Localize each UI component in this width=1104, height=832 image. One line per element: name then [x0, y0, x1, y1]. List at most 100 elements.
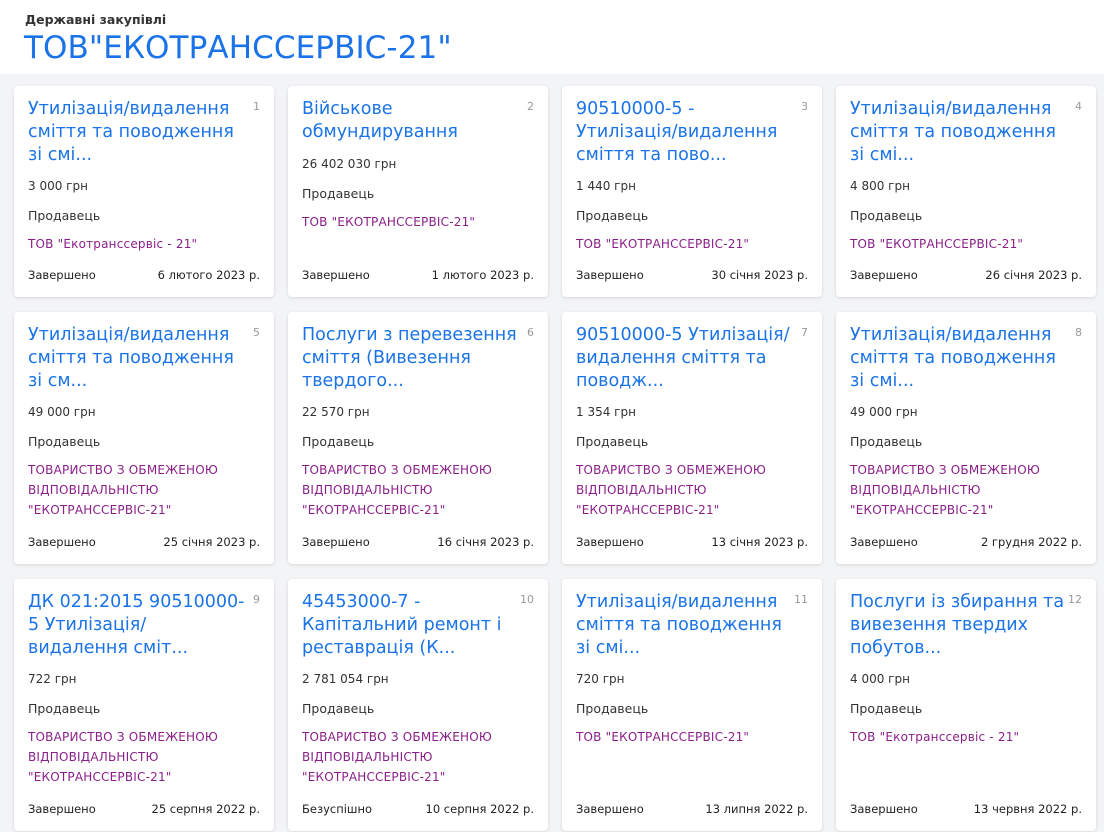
seller-label: Продавець [850, 434, 923, 449]
tender-price: 26 402 030 грн [302, 157, 397, 171]
tender-card[interactable]: Утилізація/видалення сміття та поводженн… [836, 312, 1096, 564]
seller-label: Продавець [28, 208, 101, 223]
tender-status: Завершено [576, 535, 644, 549]
tender-status: Завершено [28, 802, 96, 816]
seller-name: ТОВАРИСТВО З ОБМЕЖЕНОЮ ВІДПОВІДАЛЬНІСТЮ … [850, 463, 1041, 517]
card-footer: Завершено 1 лютого 2023 р. [302, 268, 534, 282]
tender-title-link[interactable]: 90510000-5 - Утилізація/видалення сміття… [576, 98, 794, 167]
seller-label: Продавець [576, 701, 649, 716]
seller-name: ТОВ "ЕКОТРАНССЕРВІС-21" [576, 237, 750, 251]
tender-card[interactable]: 90510000-5 - Утилізація/видалення сміття… [562, 86, 822, 297]
tender-status: Завершено [576, 268, 644, 282]
tender-price: 4 800 грн [850, 179, 910, 193]
card-footer: Завершено 13 січня 2023 р. [576, 535, 808, 549]
tender-status: Завершено [850, 535, 918, 549]
tender-date: 6 лютого 2023 р. [157, 268, 260, 282]
seller-name: ТОВ "Екотранссервіс - 21" [28, 237, 198, 251]
card-number: 5 [253, 326, 260, 339]
seller-label: Продавець [576, 434, 649, 449]
tender-title-link[interactable]: ДК 021:2015 90510000-5 Утилізація/видале… [28, 591, 246, 660]
card-number: 3 [801, 100, 808, 113]
seller-label: Продавець [302, 701, 375, 716]
seller-name: ТОВ "ЕКОТРАНССЕРВІС-21" [850, 237, 1024, 251]
page-title: ТОВ"ЕКОТРАНССЕРВІС-21" [24, 30, 452, 66]
card-footer: Завершено 13 липня 2022 р. [576, 802, 808, 816]
tender-title-link[interactable]: 45453000-7 - Капітальний ремонт і рестав… [302, 591, 520, 660]
seller-label: Продавець [28, 701, 101, 716]
tender-status: Безуспішно [302, 802, 372, 816]
tender-date: 13 липня 2022 р. [705, 802, 808, 816]
tender-price: 49 000 грн [850, 405, 918, 419]
card-footer: Завершено 26 січня 2023 р. [850, 268, 1082, 282]
card-number: 11 [794, 593, 808, 606]
seller-name: ТОВ "Екотранссервіс - 21" [850, 730, 1020, 744]
tender-title-link[interactable]: Послуги із збирання та вивезення твердих… [850, 591, 1068, 660]
tender-card[interactable]: 90510000-5 Утилізація/видалення сміття т… [562, 312, 822, 564]
card-number: 6 [527, 326, 534, 339]
tender-status: Завершено [850, 268, 918, 282]
tender-title-link[interactable]: Утилізація/видалення сміття та поводженн… [850, 98, 1068, 167]
tender-title-link[interactable]: Утилізація/видалення сміття та поводженн… [850, 324, 1068, 393]
tender-date: 13 січня 2023 р. [711, 535, 808, 549]
seller-label: Продавець [850, 208, 923, 223]
tender-price: 3 000 грн [28, 179, 88, 193]
card-footer: Завершено 6 лютого 2023 р. [28, 268, 260, 282]
seller-label: Продавець [302, 434, 375, 449]
page-subtitle: Державні закупівлі [25, 12, 167, 27]
seller-name: ТОВАРИСТВО З ОБМЕЖЕНОЮ ВІДПОВІДАЛЬНІСТЮ … [302, 463, 493, 517]
tender-title-link[interactable]: Утилізація/видалення сміття та поводженн… [28, 324, 246, 393]
tender-date: 13 червня 2022 р. [973, 802, 1082, 816]
tender-price: 722 грн [28, 672, 77, 686]
tender-title-link[interactable]: Утилізація/видалення сміття та поводженн… [576, 591, 794, 660]
seller-label: Продавець [850, 701, 923, 716]
card-footer: Завершено 13 червня 2022 р. [850, 802, 1082, 816]
card-footer: Безуспішно 10 серпня 2022 р. [302, 802, 534, 816]
tender-price: 2 781 054 грн [302, 672, 389, 686]
tender-price: 49 000 грн [28, 405, 96, 419]
tender-date: 16 січня 2023 р. [437, 535, 534, 549]
tender-card[interactable]: 45453000-7 - Капітальний ремонт і рестав… [288, 579, 548, 831]
tender-card[interactable]: Утилізація/видалення сміття та поводженн… [836, 86, 1096, 297]
card-number: 7 [801, 326, 808, 339]
tender-date: 26 січня 2023 р. [985, 268, 1082, 282]
tender-card[interactable]: Послуги з перевезення сміття (Вивезення … [288, 312, 548, 564]
card-footer: Завершено 25 серпня 2022 р. [28, 802, 260, 816]
card-number: 4 [1075, 100, 1082, 113]
card-number: 10 [520, 593, 534, 606]
tender-date: 1 лютого 2023 р. [431, 268, 534, 282]
tender-card[interactable]: Утилізація/видалення сміття та поводженн… [14, 86, 274, 297]
tender-status: Завершено [302, 268, 370, 282]
tender-status: Завершено [28, 535, 96, 549]
tender-title-link[interactable]: Послуги з перевезення сміття (Вивезення … [302, 324, 520, 393]
tender-card[interactable]: Послуги із збирання та вивезення твердих… [836, 579, 1096, 831]
tender-price: 1 440 грн [576, 179, 636, 193]
tender-date: 30 січня 2023 р. [711, 268, 808, 282]
card-number: 8 [1075, 326, 1082, 339]
tender-status: Завершено [576, 802, 644, 816]
tender-price: 4 000 грн [850, 672, 910, 686]
tender-status: Завершено [28, 268, 96, 282]
tender-date: 25 серпня 2022 р. [151, 802, 260, 816]
tender-card[interactable]: ДК 021:2015 90510000-5 Утилізація/видале… [14, 579, 274, 831]
seller-name: ТОВАРИСТВО З ОБМЕЖЕНОЮ ВІДПОВІДАЛЬНІСТЮ … [302, 730, 493, 784]
tender-card[interactable]: Військове обмундирування 2 26 402 030 гр… [288, 86, 548, 297]
seller-label: Продавець [576, 208, 649, 223]
seller-name: ТОВАРИСТВО З ОБМЕЖЕНОЮ ВІДПОВІДАЛЬНІСТЮ … [28, 463, 219, 517]
seller-label: Продавець [28, 434, 101, 449]
card-number: 1 [253, 100, 260, 113]
tender-card-grid: Утилізація/видалення сміття та поводженн… [14, 86, 1096, 831]
tender-price: 22 570 грн [302, 405, 370, 419]
card-number: 2 [527, 100, 534, 113]
tender-card[interactable]: Утилізація/видалення сміття та поводженн… [14, 312, 274, 564]
card-footer: Завершено 16 січня 2023 р. [302, 535, 534, 549]
tender-card[interactable]: Утилізація/видалення сміття та поводженн… [562, 579, 822, 831]
tender-title-link[interactable]: Утилізація/видалення сміття та поводженн… [28, 98, 246, 167]
seller-name: ТОВАРИСТВО З ОБМЕЖЕНОЮ ВІДПОВІДАЛЬНІСТЮ … [576, 463, 767, 517]
tender-date: 25 січня 2023 р. [163, 535, 260, 549]
card-footer: Завершено 2 грудня 2022 р. [850, 535, 1082, 549]
card-number: 9 [253, 593, 260, 606]
tender-price: 720 грн [576, 672, 625, 686]
seller-name: ТОВ "ЕКОТРАНССЕРВІС-21" [302, 215, 476, 229]
tender-title-link[interactable]: 90510000-5 Утилізація/видалення сміття т… [576, 324, 794, 393]
seller-name: ТОВ "ЕКОТРАНССЕРВІС-21" [576, 730, 750, 744]
